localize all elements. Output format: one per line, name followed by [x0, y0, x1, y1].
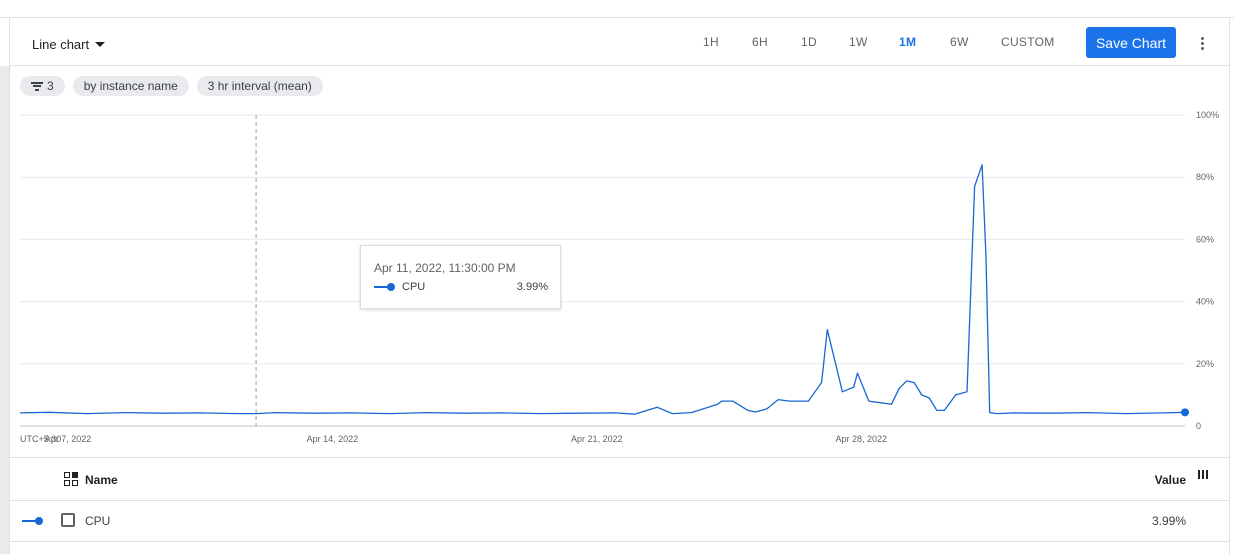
tooltip-value: 3.99%: [516, 281, 548, 293]
name-column-header[interactable]: Name: [85, 473, 118, 487]
chart-grid: [20, 114, 1185, 427]
tooltip-series: CPU: [374, 281, 425, 293]
y-tick-label: 100%: [1196, 110, 1219, 120]
legend-table-header: Name Value: [10, 457, 1230, 501]
x-tick-label: Apr 7, 2022: [45, 434, 92, 444]
x-tick-label: Apr 21, 2022: [571, 434, 623, 444]
x-tick-label: Apr 28, 2022: [835, 434, 887, 444]
series-line-cpu: [19, 164, 1186, 415]
series-end-point: [1181, 408, 1189, 417]
y-tick-label: 0: [1196, 421, 1201, 431]
y-tick-label: 80%: [1196, 172, 1214, 182]
series-checkbox[interactable]: [61, 513, 75, 527]
series-value: 3.99%: [1151, 514, 1186, 528]
value-column-header[interactable]: Value: [1155, 473, 1186, 487]
table-row[interactable]: CPU 3.99%: [10, 501, 1230, 542]
x-axis-ticks: UTC+5:30Apr 7, 2022 Apr 14, 2022 Apr 21, 2…: [20, 434, 887, 444]
y-axis-ticks: 0 20% 40% 60% 80% 100%: [1196, 110, 1219, 431]
y-tick-label: 60%: [1196, 234, 1214, 244]
y-tick-label: 40%: [1196, 297, 1214, 307]
series-legend-icon: [374, 283, 396, 291]
y-tick-label: 20%: [1196, 359, 1214, 369]
line-chart[interactable]: 020%40%60%80%100% UTC+5:30Apr 7, 2022 Apr…: [10, 18, 1230, 457]
x-tick-label: Apr 14, 2022: [307, 434, 359, 444]
left-rail: [0, 66, 9, 554]
series-layer: [19, 164, 1189, 417]
tooltip-time: Apr 11, 2022, 11:30:00 PM: [374, 261, 516, 275]
columns-icon[interactable]: [1198, 470, 1210, 479]
series-legend-icon: [22, 517, 44, 525]
tooltip-series-name: CPU: [402, 281, 426, 293]
top-strip: [0, 0, 1234, 18]
column-select-icon[interactable]: [64, 472, 80, 488]
hover-tooltip: Apr 11, 2022, 11:30:00 PM CPU 3.99%: [360, 245, 561, 309]
series-name: CPU: [85, 514, 111, 528]
chart-panel: Line chart 1H 6H 1D 1W 1M 6W CUSTOM Save…: [9, 18, 1230, 554]
